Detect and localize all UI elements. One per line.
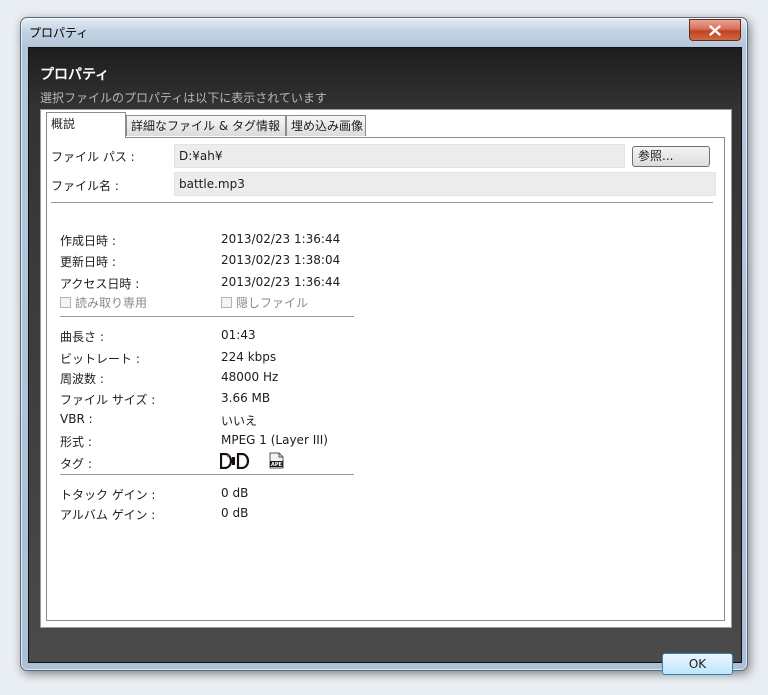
created-label: 作成日時 : (60, 234, 116, 248)
file-path-field[interactable]: D:¥ah¥ (174, 144, 625, 168)
ape-tag-text: APE (271, 462, 283, 468)
window-title: プロパティ (29, 26, 89, 40)
divider-audio (60, 474, 354, 475)
file-size-label: ファイル サイズ : (60, 393, 156, 407)
modified-label: 更新日時 : (60, 255, 116, 269)
hidden-checkbox[interactable]: 隠しファイル (221, 294, 308, 311)
vbr-value: いいえ (221, 414, 258, 428)
length-label: 曲長さ : (60, 330, 104, 344)
file-path-label: ファイル パス : (51, 150, 135, 164)
tab-overview[interactable]: 概説 (46, 112, 126, 138)
bitrate-label: ビットレート : (60, 352, 140, 366)
readonly-checkbox[interactable]: 読み取り専用 (60, 294, 147, 311)
header-subtitle: 選択ファイルのプロパティは以下に表示されています (40, 91, 327, 105)
format-value: MPEG 1 (Layer III) (221, 433, 328, 447)
file-size-value: 3.66 MB (221, 391, 271, 405)
modified-value: 2013/02/23 1:38:04 (221, 253, 341, 267)
hidden-checkbox-label: 隠しファイル (236, 296, 309, 310)
browse-button[interactable]: 参照... (632, 146, 710, 167)
header-title: プロパティ (40, 67, 110, 83)
album-gain-label: アルバム ゲイン : (60, 508, 156, 522)
file-name-label: ファイル名 : (51, 179, 119, 193)
format-label: 形式 : (60, 435, 92, 449)
title-bar[interactable]: プロパティ (21, 18, 747, 46)
close-button[interactable] (689, 19, 741, 41)
divider-top (51, 202, 713, 203)
hidden-checkbox-box (221, 297, 232, 308)
frequency-label: 周波数 : (60, 372, 104, 386)
tab-content-overview: ファイル パス : D:¥ah¥ 参照... ファイル名 : battle.mp… (46, 137, 725, 621)
tab-detailed-tags[interactable]: 詳細なファイル & タグ情報 (126, 115, 286, 136)
album-gain-value: 0 dB (221, 506, 249, 520)
file-name-field[interactable]: battle.mp3 (174, 172, 716, 196)
vbr-label: VBR : (60, 412, 93, 426)
tag-label: タグ : (60, 457, 92, 471)
properties-window: プロパティ プロパティ 選択ファイルのプロパティは以下に表示されています 概説 … (20, 17, 748, 675)
length-value: 01:43 (221, 328, 256, 342)
close-icon (709, 24, 721, 36)
bitrate-value: 224 kbps (221, 350, 277, 364)
divider-dates (60, 316, 354, 317)
frequency-value: 48000 Hz (221, 370, 279, 384)
readonly-checkbox-box (60, 297, 71, 308)
dialog-client-area: プロパティ 選択ファイルのプロパティは以下に表示されています 概説 詳細なファイ… (28, 47, 742, 675)
track-gain-label: トタック ゲイン : (60, 488, 156, 502)
ok-button[interactable]: OK (662, 653, 733, 675)
readonly-checkbox-label: 読み取り専用 (75, 296, 148, 310)
track-gain-value: 0 dB (221, 486, 249, 500)
created-value: 2013/02/23 1:36:44 (221, 232, 341, 246)
accessed-label: アクセス日時 : (60, 277, 140, 291)
properties-panel: 概説 詳細なファイル & タグ情報 埋め込み画像 ファイル パス : D:¥ah… (40, 109, 732, 628)
accessed-value: 2013/02/23 1:36:44 (221, 275, 341, 289)
id3-tag-icon (220, 453, 250, 469)
tab-embedded-images[interactable]: 埋め込み画像 (286, 115, 366, 136)
ape-tag-icon: APE (269, 452, 284, 469)
